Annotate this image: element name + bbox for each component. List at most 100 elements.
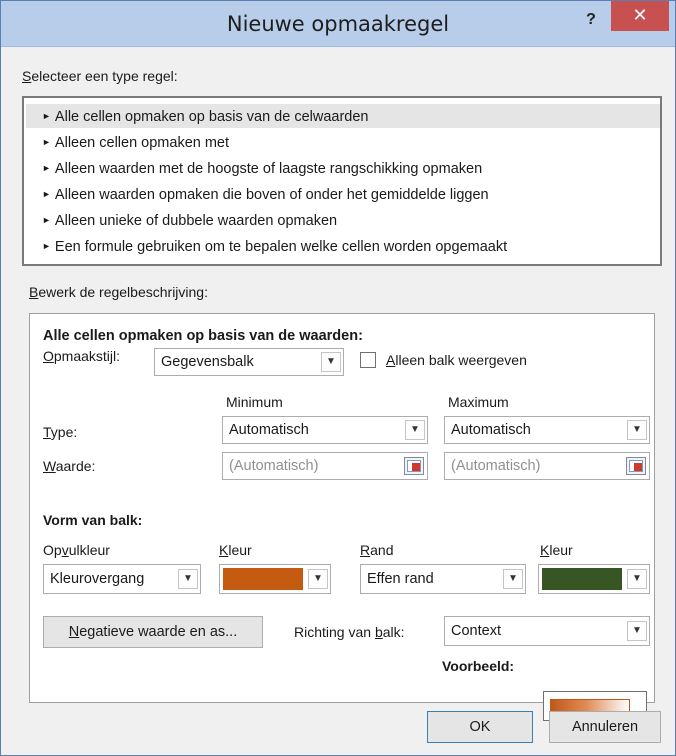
border-type-value: Effen rand (367, 571, 434, 587)
minimum-value-input[interactable]: (Automatisch) (222, 452, 428, 480)
fill-label-pre: Op (43, 542, 62, 558)
type-label: Type: (43, 424, 77, 440)
format-style-label: Opmaakstijl: (43, 348, 120, 364)
value-label-rest: aarde: (55, 458, 96, 474)
fill-color-label: Kleur (219, 542, 252, 558)
rule-type-item-label: Alleen cellen opmaken met (54, 135, 230, 151)
maximum-type-value: Automatisch (451, 422, 531, 438)
fill-label-post: ulkleur (68, 542, 110, 558)
bar-direction-label: Richting van balk: (294, 624, 405, 640)
format-style-label-rest: pmaakstijl: (53, 348, 121, 364)
rule-bullet-icon: ► (42, 215, 51, 225)
rule-type-item[interactable]: ► Alleen unieke of dubbele waarden opmake… (26, 208, 660, 232)
edit-description-heading: Bewerk de regelbeschrijving: (29, 284, 208, 300)
maximum-type-select[interactable]: Automatisch ▼ (444, 416, 650, 444)
rule-type-item[interactable]: ► Alleen waarden met de hoogste of laagst… (26, 156, 660, 180)
rule-type-list[interactable]: ► Alle cellen opmaken op basis van de cel… (22, 96, 662, 266)
bar-only-checkbox[interactable] (360, 352, 376, 368)
title-bar: Nieuwe opmaakregel ? ✕ (1, 1, 675, 47)
fill-color-swatch (223, 568, 303, 590)
rule-bullet-icon: ► (42, 163, 51, 173)
rule-bullet-icon: ► (42, 189, 51, 199)
border-label-key: R (360, 542, 371, 558)
rule-type-heading-key: S (22, 68, 32, 84)
preview-label: Voorbeeld: (442, 658, 515, 674)
negative-button-rest: egatieve waarde en as... (79, 624, 238, 640)
type-label-key: T (43, 424, 51, 440)
negative-button-key: N (68, 624, 80, 640)
chevron-down-icon[interactable]: ▼ (178, 569, 198, 589)
type-label-rest: ype: (50, 424, 78, 440)
rule-type-item-label: Alleen waarden met de hoogste of laagste… (54, 161, 483, 177)
rule-type-item-label: Alleen unieke of dubbele waarden opmaken (54, 213, 338, 229)
bar-direction-select[interactable]: Context ▼ (444, 616, 650, 646)
format-style-value: Gegevensbalk (161, 354, 254, 370)
help-button[interactable]: ? (579, 7, 603, 35)
rule-type-item-label: Alle cellen opmaken op basis van de celw… (54, 109, 369, 125)
minimum-value-text: (Automatisch) (229, 458, 319, 474)
rule-type-item[interactable]: ► Een formule gebruiken om te bepalen wel… (26, 234, 660, 258)
rule-type-item[interactable]: ► Alleen cellen opmaken met (26, 130, 660, 154)
border-color-swatch (542, 568, 622, 590)
chevron-down-icon[interactable]: ▼ (627, 569, 647, 589)
border-label-rest: and (370, 542, 394, 558)
new-formatting-rule-dialog: Nieuwe opmaakregel ? ✕ Selecteer een typ… (0, 0, 676, 756)
fill-type-value: Kleurovergang (50, 571, 145, 587)
cell-reference-icon[interactable] (626, 457, 646, 475)
minimum-type-value: Automatisch (229, 422, 309, 438)
rule-type-item[interactable]: ► Alleen waarden opmaken die boven of ond… (26, 182, 660, 206)
fill-label-key: v (61, 542, 69, 558)
cancel-button[interactable]: Annuleren (549, 711, 661, 743)
maximum-value-input[interactable]: (Automatisch) (444, 452, 650, 480)
close-button[interactable]: ✕ (611, 1, 669, 31)
bar-only-label-key: A (386, 352, 396, 368)
chevron-down-icon[interactable]: ▼ (308, 569, 328, 589)
edit-description-heading-key: B (29, 284, 39, 300)
minimum-type-select[interactable]: Automatisch ▼ (222, 416, 428, 444)
chevron-down-icon[interactable]: ▼ (627, 621, 647, 641)
bar-direction-label-post: alk: (382, 624, 405, 640)
rule-type-item-label: Alleen waarden opmaken die boven of onde… (54, 187, 489, 203)
cell-reference-icon[interactable] (404, 457, 424, 475)
border-color-picker[interactable]: ▼ (538, 564, 650, 594)
minimum-header: Minimum (226, 394, 283, 410)
chevron-down-icon[interactable]: ▼ (627, 420, 647, 440)
chevron-down-icon[interactable]: ▼ (503, 569, 523, 589)
border-label: Rand (360, 542, 393, 558)
negative-value-axis-button[interactable]: Negatieve waarde en as... (43, 616, 263, 648)
ok-button[interactable]: OK (427, 711, 533, 743)
fill-color-label-key: K (219, 542, 229, 558)
format-style-select[interactable]: Gegevensbalk ▼ (154, 348, 344, 376)
chevron-down-icon[interactable]: ▼ (321, 352, 341, 372)
fill-color-picker[interactable]: ▼ (219, 564, 331, 594)
rule-type-item-label: Een formule gebruiken om te bepalen welk… (54, 239, 508, 255)
border-color-label-key: K (540, 542, 550, 558)
fill-label: Opvulkleur (43, 542, 110, 558)
bar-only-label[interactable]: Alleen balk weergeven (386, 352, 527, 368)
fill-color-label-rest: leur (228, 542, 252, 558)
rule-type-heading: Selecteer een type regel: (22, 68, 178, 84)
rule-type-heading-rest: electeer een type regel: (31, 68, 178, 84)
bar-shape-title: Vorm van balk: (43, 512, 143, 528)
bar-direction-value: Context (451, 623, 501, 639)
section-title: Alle cellen opmaken op basis van de waar… (43, 328, 363, 344)
chevron-down-icon[interactable]: ▼ (405, 420, 425, 440)
rule-bullet-icon: ► (42, 241, 51, 251)
border-color-label-rest: leur (549, 542, 573, 558)
bar-direction-label-pre: Richting van (294, 624, 375, 640)
value-label: Waarde: (43, 458, 95, 474)
dialog-title: Nieuwe opmaakregel (226, 12, 450, 36)
rule-description-panel: Alle cellen opmaken op basis van de waar… (29, 313, 655, 703)
rule-bullet-icon: ► (42, 137, 51, 147)
maximum-value-text: (Automatisch) (451, 458, 541, 474)
maximum-header: Maximum (448, 394, 509, 410)
bar-direction-label-key: b (374, 624, 383, 640)
rule-type-item[interactable]: ► Alle cellen opmaken op basis van de cel… (26, 104, 660, 128)
fill-type-select[interactable]: Kleurovergang ▼ (43, 564, 201, 594)
border-color-label: Kleur (540, 542, 573, 558)
rule-bullet-icon: ► (42, 111, 51, 121)
bar-only-label-rest: lleen balk weergeven (395, 352, 527, 368)
edit-description-heading-rest: ewerk de regelbeschrijving: (38, 284, 208, 300)
border-type-select[interactable]: Effen rand ▼ (360, 564, 526, 594)
format-style-label-key: O (43, 348, 54, 364)
